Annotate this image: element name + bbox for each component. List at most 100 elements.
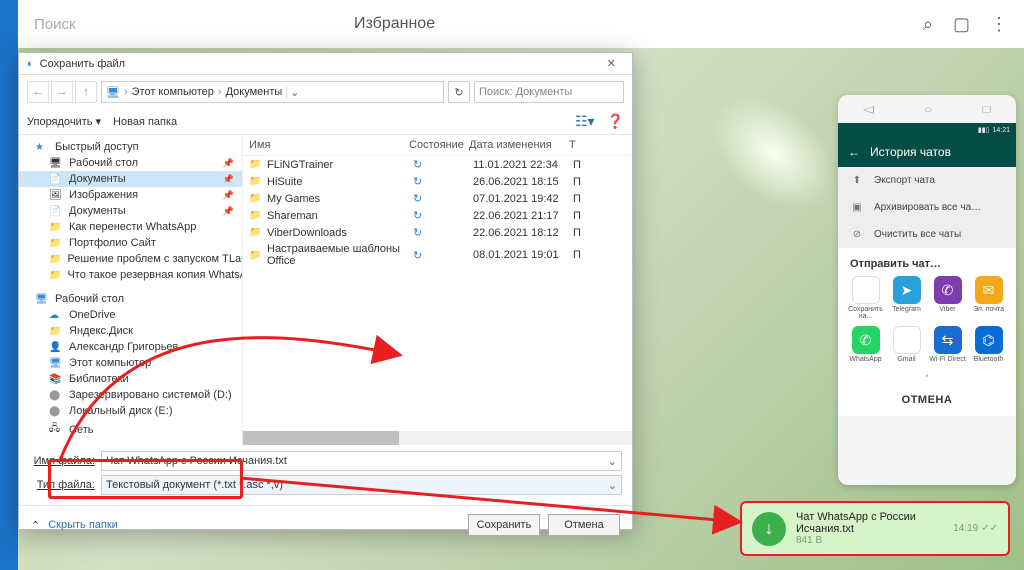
share-app[interactable]: ▲Сохранить на... (846, 276, 885, 320)
nav-item[interactable]: ★Быстрый доступ (19, 139, 242, 155)
nav-item[interactable]: 🖥Рабочий стол📌 (19, 155, 242, 171)
phone-menu-item[interactable]: ⊘Очистить все чаты (838, 221, 1016, 248)
documents-icon: 📄 (49, 174, 63, 185)
nav-back-button[interactable]: ← (27, 81, 49, 103)
panel-icon[interactable]: ▢ (953, 14, 970, 35)
nav-item[interactable]: 📄Документы📌 (19, 203, 242, 219)
file-list-pane[interactable]: Имя Состояние Дата изменения Т 📁FLiNGTra… (243, 135, 632, 445)
nav-item[interactable]: 📁Портфолио Сайт (19, 235, 242, 251)
search-placeholder[interactable]: Поиск (34, 16, 354, 33)
file-header[interactable]: Имя Состояние Дата изменения Т (243, 135, 632, 156)
libraries-icon: 📚 (49, 374, 63, 385)
disk-icon: ⬤ (49, 390, 63, 401)
nav-item[interactable]: 🖥Этот компьютер (19, 355, 242, 371)
folder-icon: 📁 (249, 250, 263, 261)
nav-item[interactable]: 👤Александр Григорьев (19, 339, 242, 355)
pin-icon: 📌 (223, 174, 234, 185)
share-app[interactable]: ⌬Bluetooth (969, 326, 1008, 363)
app-label: Сохранить на... (846, 306, 885, 320)
help-icon[interactable]: ❓ (607, 113, 624, 130)
nav-item[interactable]: ⬤Зарезервировано системой (D:) (19, 387, 242, 403)
nav-pane[interactable]: ★Быстрый доступ🖥Рабочий стол📌📄Документы📌… (19, 135, 243, 445)
home-soft[interactable]: ○ (924, 103, 932, 114)
file-row[interactable]: 📁FLiNGTrainer↻11.01.2021 22:34П (243, 156, 632, 173)
recent-soft[interactable]: □ (982, 103, 990, 114)
nav-item[interactable]: 📁Что такое резервная копия WhatsApp (19, 267, 242, 283)
chevron-down-icon[interactable]: ⌄ (286, 86, 302, 99)
phone-mock: ◁○□ ▮▮▯14:21 ←История чатов ⬆Экспорт чат… (838, 95, 1016, 485)
address-bar-row: ← → ↑ 🖥 ›Этот компьютер ›Документы ⌄ ↻ П… (19, 75, 632, 109)
app-label: Wi-Fi Direct (928, 356, 967, 363)
phone-menu-item[interactable]: ⬆ Экспорт чата (838, 167, 1016, 194)
sync-icon: ↻ (413, 226, 473, 239)
share-app[interactable]: ✉Эл. почта (969, 276, 1008, 320)
file-row[interactable]: 📁ViberDownloads↻22.06.2021 18:12П (243, 224, 632, 241)
chevron-down-icon[interactable]: ⌄ (608, 479, 617, 492)
dialog-title: Сохранить файл (40, 58, 125, 70)
nav-item[interactable]: 📄Документы📌 (19, 171, 242, 187)
share-app[interactable]: ⇆Wi-Fi Direct (928, 326, 967, 363)
search-input[interactable]: Поиск: Документы (474, 81, 624, 103)
dialog-inputs: Имя файла: Чат WhatsApp с России Исчания… (19, 445, 632, 505)
file-date: 22.06.2021 18:12 (473, 227, 573, 239)
menu-icon: ⬆ (850, 175, 864, 186)
file-row[interactable]: 📁Настраиваемые шаблоны Office↻08.01.2021… (243, 241, 632, 269)
pc-icon: 🖥 (49, 358, 63, 369)
chevron-down-icon[interactable]: ⌄ (608, 455, 617, 468)
breadcrumb[interactable]: 🖥 ›Этот компьютер ›Документы ⌄ (101, 81, 444, 103)
refresh-button[interactable]: ↻ (448, 81, 470, 103)
hide-folders-link[interactable]: Скрыть папки (48, 519, 118, 531)
nav-item[interactable]: 🖧Сеть (19, 419, 242, 440)
search-icon[interactable]: ⌕ (923, 14, 933, 35)
nav-label: OneDrive (69, 309, 115, 321)
file-name: My Games (267, 193, 413, 205)
nav-item[interactable]: ⬤Локальный диск (E:) (19, 403, 242, 419)
share-app[interactable]: ✆Viber (928, 276, 967, 320)
network-icon: 🖧 (49, 421, 63, 438)
nav-label: Александр Григорьев (69, 341, 178, 353)
nav-item[interactable]: 🖥Рабочий стол (19, 291, 242, 307)
file-name: FLiNGTrainer (267, 159, 413, 171)
close-icon[interactable]: ✕ (599, 57, 624, 70)
filetype-select[interactable]: Текстовый документ (*.txt *.asc *,v)⌄ (101, 475, 622, 495)
file-type: П (573, 249, 593, 261)
dialog-toolbar: Упорядочить ▾ Новая папка ☷▾ ❓ (19, 109, 632, 135)
share-app[interactable]: ✆WhatsApp (846, 326, 885, 363)
share-app[interactable]: MGmail (887, 326, 926, 363)
organize-menu[interactable]: Упорядочить ▾ (27, 115, 101, 128)
nav-item[interactable]: 🖼Изображения📌 (19, 187, 242, 203)
share-title: Отправить чат… (838, 248, 1016, 276)
view-mode-button[interactable]: ☷▾ (575, 113, 595, 130)
nav-item[interactable]: 📁Яндекс.Диск (19, 323, 242, 339)
file-row[interactable]: 📁Shareman↻22.06.2021 21:17П (243, 207, 632, 224)
h-scrollbar[interactable] (243, 431, 632, 445)
back-soft[interactable]: ◁ (863, 103, 874, 115)
file-date: 11.01.2021 22:34 (473, 159, 573, 171)
nav-item[interactable]: 📁Как перенести WhatsApp (19, 219, 242, 235)
phone-menu-item[interactable]: ▣Архивировать все ча… (838, 194, 1016, 221)
menu-label: Экспорт чата (874, 175, 935, 186)
nav-item[interactable]: 📁Решение проблем с запуском TLauncher (19, 251, 242, 267)
nav-fwd-button[interactable]: → (51, 81, 73, 103)
app-label: WhatsApp (846, 356, 885, 363)
menu-label: Очистить все чаты (874, 229, 961, 240)
nav-item[interactable]: ☁OneDrive (19, 307, 242, 323)
save-button[interactable]: Сохранить (468, 514, 540, 536)
new-folder-button[interactable]: Новая папка (113, 116, 177, 128)
filename-input[interactable]: Чат WhatsApp с России Исчания.txt⌄ (101, 451, 622, 471)
file-row[interactable]: 📁HiSuite↻26.06.2021 18:15П (243, 173, 632, 190)
nav-item[interactable]: 📚Библиотеки (19, 371, 242, 387)
app-label: Эл. почта (969, 306, 1008, 313)
expand-icon[interactable]: ⌃ (31, 519, 40, 532)
file-row[interactable]: 📁My Games↻07.01.2021 19:42П (243, 190, 632, 207)
share-app[interactable]: ➤Telegram (887, 276, 926, 320)
download-bubble[interactable]: ↓ Чат WhatsApp с России Исчания.txt 841 … (740, 501, 1010, 556)
download-icon: ↓ (752, 512, 786, 546)
cancel-button[interactable]: Отмена (548, 514, 620, 536)
menu-icon[interactable]: ⋮ (990, 14, 1008, 35)
nav-up-button[interactable]: ↑ (75, 81, 97, 103)
nav-label: Яндекс.Диск (69, 325, 133, 337)
app-label: Bluetooth (969, 356, 1008, 363)
back-arrow-icon[interactable]: ← (848, 145, 860, 159)
share-cancel-button[interactable]: ОТМЕНА (838, 384, 1016, 416)
